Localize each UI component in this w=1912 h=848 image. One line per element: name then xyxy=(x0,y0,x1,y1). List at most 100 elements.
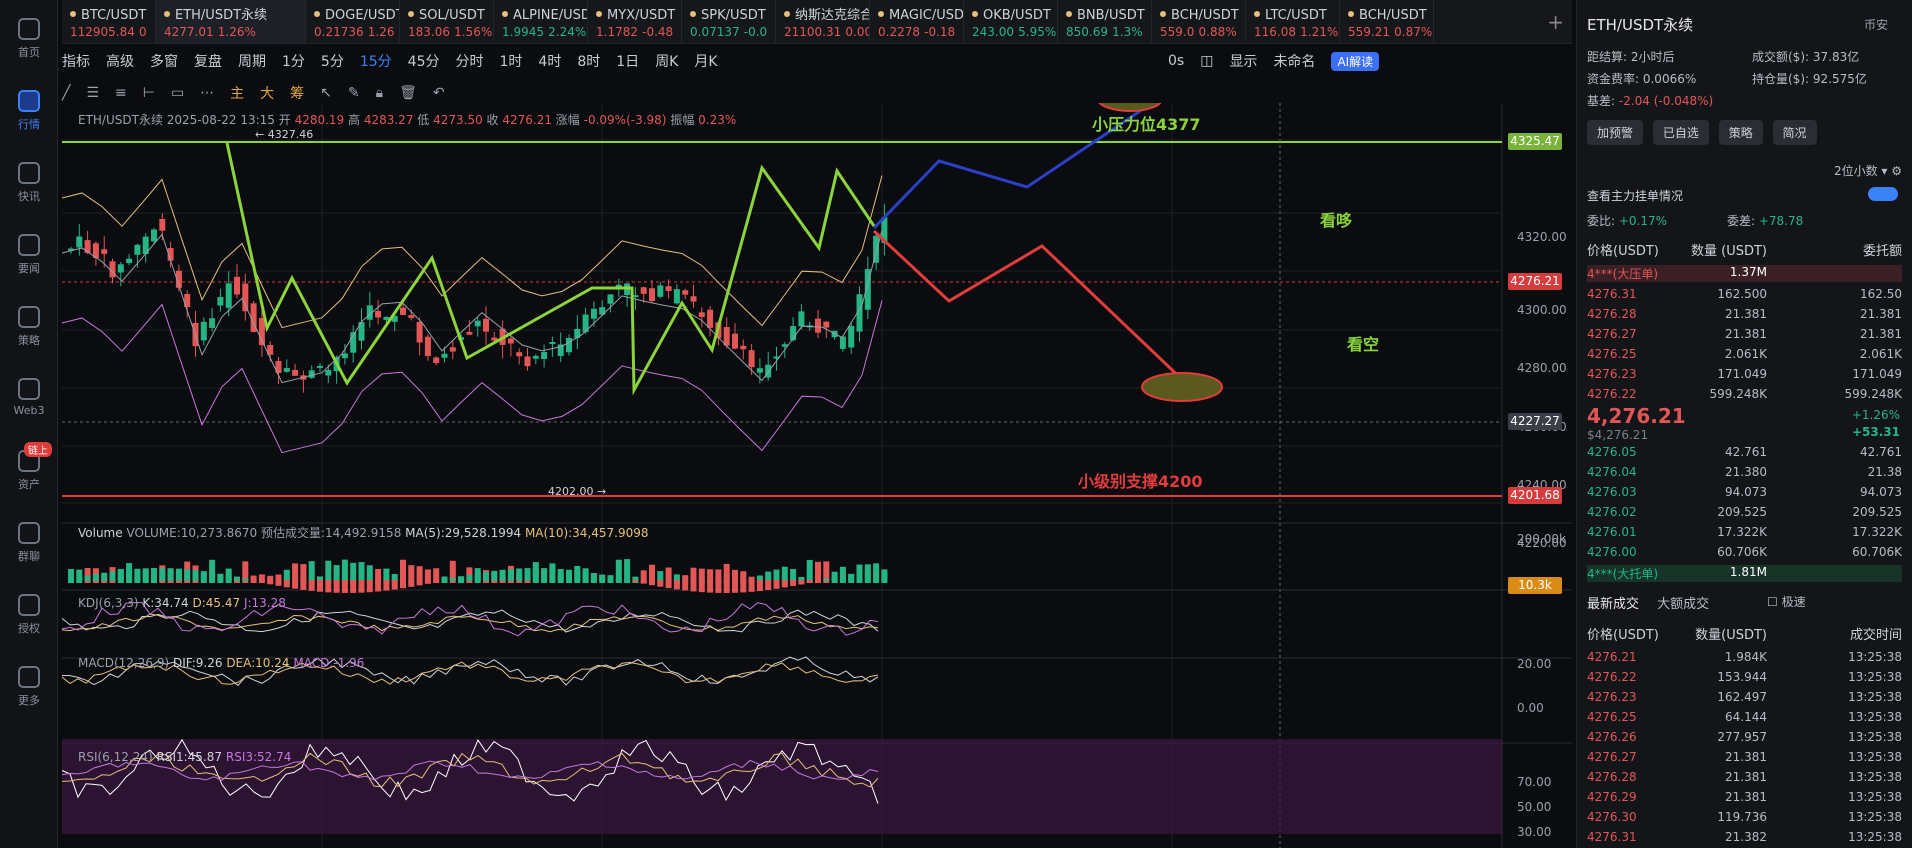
symbol-tab[interactable]: SPK/USDT 0.07137 -0.0 xyxy=(682,0,776,43)
toolbar-item[interactable]: 分时 xyxy=(456,51,484,71)
toolbar-item[interactable]: 1日 xyxy=(616,51,639,71)
nav-item-2[interactable]: 快讯 xyxy=(0,162,58,204)
orderbook-row[interactable]: 4276.00 60.706K 60.706K xyxy=(1587,545,1902,562)
symbol-tab[interactable]: ALPINE/USDT 1.9945 2.24% xyxy=(494,0,588,43)
nav-label: 资产 xyxy=(18,478,40,491)
orderbook-row[interactable]: 4276.02 209.525 209.525 xyxy=(1587,505,1902,522)
symbol-tab[interactable]: DOGE/USDT 0.21736 1.26 xyxy=(306,0,400,43)
symbol-tab[interactable]: 纳斯达克综合指 21100.31 0.00% xyxy=(776,0,870,43)
coin-icon xyxy=(502,11,508,17)
depth-select[interactable]: 2位小数 ▾ ⚙ xyxy=(1834,162,1902,179)
orderbook-row[interactable]: 4276.21 1.984K 13:25:38 xyxy=(1587,650,1902,667)
main-orders-link[interactable]: 查看主力挂单情况 xyxy=(1587,187,1902,204)
toolbar-item[interactable]: 周期 xyxy=(238,51,266,71)
rect-tool-icon[interactable]: ▭ xyxy=(171,85,184,101)
hline-tool-icon[interactable]: ☰ xyxy=(86,85,99,101)
trash-icon[interactable]: 🗑︎ xyxy=(399,85,417,101)
toolbar-item[interactable]: 指标 xyxy=(62,51,90,71)
add-tab-button[interactable]: + xyxy=(1547,10,1564,34)
toolbar-item[interactable]: 8时 xyxy=(577,51,600,71)
lock-icon[interactable]: 🔒︎ xyxy=(376,85,383,101)
toolbar-item[interactable]: 复盘 xyxy=(194,51,222,71)
orderbook-row[interactable]: 4276.28 21.381 13:25:38 xyxy=(1587,770,1902,787)
symbol-tab[interactable]: BCH/USDT 559.0 0.88% xyxy=(1152,0,1246,43)
nav-item-3[interactable]: 要闻 xyxy=(0,234,58,276)
toolbar-item[interactable]: 多窗 xyxy=(150,51,178,71)
volume-tag: 10.3k xyxy=(1508,577,1562,594)
nav-item-1[interactable]: 行情 xyxy=(0,90,58,132)
toolbar-item[interactable]: 45分 xyxy=(408,51,440,71)
big-bid-row[interactable]: 4***(大托单) 1.81M xyxy=(1587,565,1902,582)
orderbook-row[interactable]: 4276.31 21.382 13:25:38 xyxy=(1587,830,1902,847)
orderbook-row[interactable]: 4276.29 21.381 13:25:38 xyxy=(1587,790,1902,807)
watchlist-button[interactable]: 已自选 xyxy=(1652,120,1709,145)
toolbar-item[interactable]: 4时 xyxy=(538,51,561,71)
nav-item-7[interactable]: 群聊 xyxy=(0,522,58,564)
chip-button[interactable]: 筹 xyxy=(290,83,304,103)
symbol-tab[interactable]: MYX/USDT 1.1782 -0.48 xyxy=(588,0,682,43)
orderbook-row[interactable]: 4276.31 162.500 162.50 xyxy=(1587,287,1902,304)
orderbook-row[interactable]: 4276.25 2.061K 2.061K xyxy=(1587,347,1902,364)
nav-icon xyxy=(18,234,40,256)
tab-latest-trades[interactable]: 最新成交 xyxy=(1587,597,1639,612)
big-ask-row[interactable]: 4***(大压单) 1.37M xyxy=(1587,265,1902,282)
pen-icon[interactable]: ✎ xyxy=(348,85,360,101)
toolbar-item[interactable]: 5分 xyxy=(321,51,344,71)
orderbook-row[interactable]: 4276.26 277.957 13:25:38 xyxy=(1587,730,1902,747)
line-tool-icon[interactable]: ╱ xyxy=(62,85,70,101)
tab-large-trades[interactable]: 大额成交 xyxy=(1657,597,1709,612)
overview-button[interactable]: 简况 xyxy=(1772,120,1817,145)
big-order-button[interactable]: 大 xyxy=(260,83,274,103)
toolbar-item[interactable]: 1时 xyxy=(500,51,523,71)
orderbook-row[interactable]: 4276.28 21.381 21.381 xyxy=(1587,307,1902,324)
display-button[interactable]: 显示 xyxy=(1229,51,1257,71)
orderbook-row[interactable]: 4276.04 21.380 21.38 xyxy=(1587,465,1902,482)
layout-name[interactable]: 未命名 xyxy=(1273,51,1315,71)
orderbook-row[interactable]: 4276.27 21.381 21.381 xyxy=(1587,327,1902,344)
orderbook-row[interactable]: 4276.30 119.736 13:25:38 xyxy=(1587,810,1902,827)
symbol-tab[interactable]: ETH/USDT永续 4277.01 1.26% xyxy=(156,0,306,43)
symbol-tab[interactable]: BNB/USDT 850.69 1.3% xyxy=(1058,0,1152,43)
main-orders-toggle[interactable] xyxy=(1868,187,1898,201)
exchange-label[interactable]: 币安 xyxy=(1864,16,1888,33)
orderbook-row[interactable]: 4276.25 64.144 13:25:38 xyxy=(1587,710,1902,727)
main-indicator-button[interactable]: 主 xyxy=(230,83,244,103)
nav-item-9[interactable]: 更多 xyxy=(0,666,58,708)
more-tools-icon[interactable]: ⋯ xyxy=(200,85,214,101)
symbol-tab[interactable]: SOL/USDT 183.06 1.56% xyxy=(400,0,494,43)
channel-tool-icon[interactable]: ≡ xyxy=(115,85,127,101)
nav-item-6[interactable]: 资产 链上 xyxy=(0,442,58,492)
candle-body xyxy=(815,318,821,333)
orderbook-row[interactable]: 4276.22 153.944 13:25:38 xyxy=(1587,670,1902,687)
cursor-icon[interactable]: ↖ xyxy=(320,85,332,101)
orderbook-row[interactable]: 4276.22 599.248K 599.248K xyxy=(1587,387,1902,404)
symbol-tab[interactable]: OKB/USDT 243.00 5.95% xyxy=(964,0,1058,43)
nav-item-0[interactable]: 首页 xyxy=(0,18,58,60)
speed-option[interactable]: ☐ 极速 xyxy=(1767,593,1902,610)
toolbar-item[interactable]: 周K xyxy=(655,51,678,71)
volume-bar xyxy=(350,562,357,583)
orderbook-row[interactable]: 4276.03 94.073 94.073 xyxy=(1587,485,1902,502)
strategy-button[interactable]: 策略 xyxy=(1718,120,1763,145)
ray-tool-icon[interactable]: ⊢ xyxy=(143,85,155,101)
orderbook-row[interactable]: 4276.23 162.497 13:25:38 xyxy=(1587,690,1902,707)
orderbook-row[interactable]: 4276.23 171.049 171.049 xyxy=(1587,367,1902,384)
nav-item-8[interactable]: 授权 xyxy=(0,594,58,636)
ai-interpret-button[interactable]: AI解读 xyxy=(1331,51,1380,71)
undo-icon[interactable]: ↶ xyxy=(433,85,445,101)
symbol-tab[interactable]: BCH/USDT 559.21 0.87% xyxy=(1340,0,1434,43)
orderbook-row[interactable]: 4276.27 21.381 13:25:38 xyxy=(1587,750,1902,767)
symbol-tab[interactable]: BTC/USDT 112905.84 0 xyxy=(62,0,156,43)
symbol-tab[interactable]: MAGIC/USDT 0.2278 -0.18 xyxy=(870,0,964,43)
nav-item-4[interactable]: 策略 xyxy=(0,306,58,348)
symbol-tab[interactable]: LTC/USDT 116.08 1.21% xyxy=(1246,0,1340,43)
toolbar-item[interactable]: 月K xyxy=(694,51,717,71)
camera-icon[interactable]: ◫ xyxy=(1200,53,1213,69)
nav-item-5[interactable]: Web3 xyxy=(0,378,58,417)
toolbar-item[interactable]: 高级 xyxy=(106,51,134,71)
alert-button[interactable]: 加预警 xyxy=(1587,120,1644,145)
toolbar-item[interactable]: 15分 xyxy=(360,51,392,71)
orderbook-row[interactable]: 4276.01 17.322K 17.322K xyxy=(1587,525,1902,542)
toolbar-item[interactable]: 1分 xyxy=(282,51,305,71)
orderbook-row[interactable]: 4276.05 42.761 42.761 xyxy=(1587,445,1902,462)
